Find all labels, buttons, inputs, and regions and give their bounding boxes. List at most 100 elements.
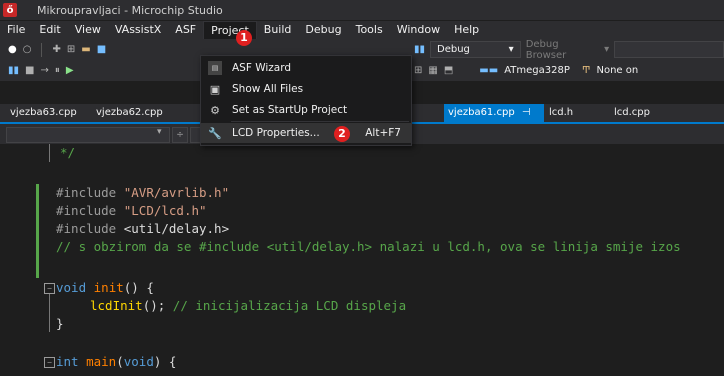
code-token: #include <box>56 203 117 218</box>
wrench-icon: 🔧 <box>208 126 222 140</box>
program-icon[interactable]: ⬒ <box>444 65 453 76</box>
device-chip-icon: ▬▬ <box>479 65 499 76</box>
config-value: Debug <box>437 44 470 55</box>
menu-vassistx[interactable]: VAssistX <box>108 21 168 39</box>
menu-build[interactable]: Build <box>257 21 299 39</box>
gear-icon: ⚙ <box>210 103 220 117</box>
code-line: int main(void) { <box>56 353 176 371</box>
code-line: #include "AVR/avrlib.h" <box>56 184 229 202</box>
forward-icon[interactable]: ○ <box>23 44 32 55</box>
scope-dropdown[interactable] <box>6 127 170 143</box>
menu-debug[interactable]: Debug <box>298 21 348 39</box>
code-token: #include <box>56 185 117 200</box>
menu-bar: File Edit View VAssistX ASF Project Buil… <box>0 21 724 39</box>
tab-lcd-cpp[interactable]: lcd.cpp <box>610 104 654 122</box>
step-marker-2: 2 <box>334 126 350 142</box>
code-token: <util/delay.h> <box>123 221 230 236</box>
debug-browser-dropdown[interactable] <box>614 41 724 58</box>
microchip-logo-icon: ő <box>3 3 17 17</box>
code-comment-end: */ <box>60 145 76 160</box>
break-all-icon[interactable]: ▮▮ <box>8 65 19 76</box>
save-icon[interactable]: ■ <box>97 44 106 55</box>
open-icon[interactable]: ▬ <box>81 44 90 55</box>
code-token: #include <box>56 221 117 236</box>
fold-guide <box>49 144 50 162</box>
step-marker-1: 1 <box>236 30 252 46</box>
project-menu-dropdown: ▤ ASF Wizard ▣ Show All Files ⚙ Set as S… <box>200 55 412 146</box>
show-all-files-icon: ▣ <box>209 82 221 96</box>
code-token: (); <box>142 298 166 313</box>
code-line: #include <util/delay.h> <box>56 220 229 238</box>
chevron-down-icon: ▾ <box>604 44 610 55</box>
tab-lcd-h[interactable]: lcd.h <box>545 104 577 122</box>
toolbar-separator <box>41 42 43 57</box>
start-icon[interactable]: ▶ <box>66 65 74 76</box>
menu-window[interactable]: Window <box>390 21 447 39</box>
code-token: void <box>56 280 87 295</box>
chevron-down-icon: ▾ <box>157 127 162 137</box>
fold-toggle-icon[interactable]: − <box>44 357 55 368</box>
code-comment: // inicijalizacija LCD displeja <box>172 298 407 313</box>
menu-edit[interactable]: Edit <box>32 21 67 39</box>
code-line: */ <box>60 144 75 162</box>
code-editor[interactable]: */ #include "AVR/avrlib.h" #include "LCD… <box>0 144 724 376</box>
solution-config-icon: ▮▮ <box>414 44 426 55</box>
nav-split-button[interactable]: ÷ <box>172 127 188 143</box>
code-token: ( <box>116 354 124 369</box>
menu-item-lcd-properties[interactable]: 🔧 LCD Properties... Alt+F7 <box>201 123 411 143</box>
menu-item-label: ASF Wizard <box>232 62 292 74</box>
code-token: int <box>56 354 79 369</box>
window-title: Mikroupravljaci - Microchip Studio <box>37 3 223 17</box>
code-line: #include "LCD/lcd.h" <box>56 202 207 220</box>
code-token: init <box>93 280 124 295</box>
debug-browser-label[interactable]: Debug Browser <box>526 39 599 61</box>
code-token: ) { <box>153 354 177 369</box>
pin-icon[interactable]: ⊣ <box>522 107 531 118</box>
tab-vjezba61[interactable]: vjezba61.cpp ⊣ ✕ <box>444 104 544 136</box>
tool-icon: Ͳ <box>581 65 591 76</box>
menu-asf[interactable]: ASF <box>168 21 203 39</box>
code-line: } <box>56 315 64 333</box>
code-token: () { <box>123 280 154 295</box>
new-project-icon[interactable]: ✚ <box>52 44 60 55</box>
menu-view[interactable]: View <box>68 21 108 39</box>
menu-item-set-startup[interactable]: ⚙ Set as StartUp Project <box>201 100 411 120</box>
fold-toggle-icon[interactable]: − <box>44 283 55 294</box>
menu-file[interactable]: File <box>0 21 32 39</box>
stop-icon[interactable]: ■ <box>25 65 34 76</box>
tab-vjezba62[interactable]: vjezba62.cpp <box>92 104 167 122</box>
title-bar: ő Mikroupravljaci - Microchip Studio <box>0 0 724 20</box>
menu-item-label: Show All Files <box>232 83 304 95</box>
pause-icon[interactable]: ⏸ <box>55 65 60 76</box>
menu-item-show-all-files[interactable]: ▣ Show All Files <box>201 79 411 99</box>
menu-shortcut: Alt+F7 <box>365 127 401 139</box>
menu-divider <box>231 121 409 122</box>
device-label[interactable]: ATmega328P <box>504 65 570 76</box>
code-token: void <box>123 354 154 369</box>
code-comment: // s obzirom da se #include <util/delay.… <box>56 239 681 254</box>
menu-item-label: LCD Properties... <box>232 127 320 139</box>
code-token: } <box>56 316 64 331</box>
back-icon[interactable]: ● <box>8 44 17 55</box>
tool-label[interactable]: None on <box>597 65 639 76</box>
menu-item-asf-wizard[interactable]: ▤ ASF Wizard <box>201 58 411 78</box>
memory-icon[interactable]: ⊞ <box>414 65 422 76</box>
chevron-down-icon: ▾ <box>508 44 514 55</box>
add-item-icon[interactable]: ⊞ <box>67 44 75 55</box>
code-line: // s obzirom da se #include <util/delay.… <box>56 238 681 256</box>
change-indicator <box>36 184 39 278</box>
tab-vjezba63[interactable]: vjezba63.cpp <box>6 104 81 122</box>
asf-wizard-icon: ▤ <box>208 61 222 75</box>
chip-icon[interactable]: ▦ <box>428 65 437 76</box>
code-line: void init() { <box>56 279 154 297</box>
tab-vjezba61-label: vjezba61.cpp <box>448 107 515 118</box>
code-token: lcdInit <box>90 298 143 313</box>
menu-help[interactable]: Help <box>447 21 486 39</box>
menu-tools[interactable]: Tools <box>349 21 390 39</box>
code-token: main <box>86 354 117 369</box>
code-token: "LCD/lcd.h" <box>123 203 207 218</box>
fold-guide <box>49 294 50 332</box>
step-icon[interactable]: → <box>40 65 48 76</box>
solution-configurations-dropdown[interactable]: Debug ▾ <box>430 41 521 58</box>
code-line: lcdInit(); // inicijalizacija LCD disple… <box>90 297 406 315</box>
